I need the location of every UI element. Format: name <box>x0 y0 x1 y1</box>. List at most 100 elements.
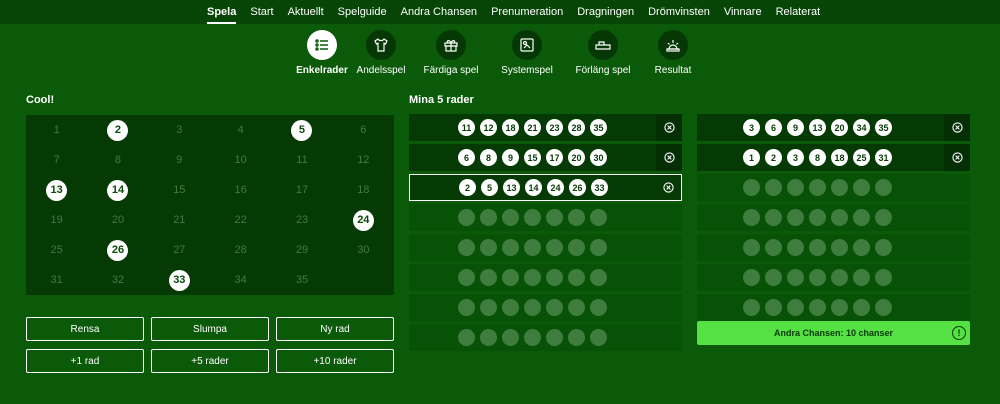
lottery-row[interactable] <box>697 234 970 261</box>
grid-number[interactable]: 3 <box>149 115 210 145</box>
remove-row-icon[interactable] <box>656 114 682 141</box>
grid-number[interactable]: 20 <box>87 205 148 235</box>
grid-number-label: 3 <box>176 124 183 136</box>
grid-number[interactable]: 32 <box>87 265 148 295</box>
add-5-rows-button[interactable]: +5 rader <box>151 349 269 373</box>
andra-chansen-bar[interactable]: Andra Chansen: 10 chanser ! <box>697 321 970 345</box>
empty-ball <box>853 209 870 226</box>
lottery-row[interactable]: 1 2 3 8 18 25 31 <box>697 144 970 171</box>
grid-number[interactable]: 21 <box>149 205 210 235</box>
grid-number[interactable]: 15 <box>149 175 210 205</box>
grid-number[interactable]: 11 <box>271 145 332 175</box>
grid-number[interactable]: 17 <box>271 175 332 205</box>
lottery-row[interactable] <box>697 264 970 291</box>
grid-number[interactable]: 2 <box>87 115 148 145</box>
nav-item-prenumeration[interactable]: Prenumeration <box>491 0 563 24</box>
nav-item-aktuellt[interactable]: Aktuellt <box>288 0 324 24</box>
nav-item-relaterat[interactable]: Relaterat <box>776 0 821 24</box>
grid-number[interactable]: 23 <box>271 205 332 235</box>
empty-ball <box>502 269 519 286</box>
lottery-row[interactable] <box>409 264 682 291</box>
nav-item-start[interactable]: Start <box>250 0 273 24</box>
row-number: 6 <box>458 149 475 166</box>
lottery-row[interactable] <box>409 234 682 261</box>
grid-number[interactable]: 5 <box>271 115 332 145</box>
game-tab-systemspel[interactable]: Systemspel <box>496 30 558 80</box>
game-tab-f-rdiga-spel[interactable]: Färdiga spel <box>414 30 488 80</box>
remove-row-icon[interactable] <box>655 175 681 200</box>
game-tab-resultat[interactable]: Resultat <box>648 30 698 80</box>
grid-number[interactable]: 19 <box>26 205 87 235</box>
grid-number[interactable]: 22 <box>210 205 271 235</box>
empty-ball <box>853 179 870 196</box>
lottery-row[interactable]: 3 6 9 13 20 34 35 <box>697 114 970 141</box>
empty-ball <box>787 209 804 226</box>
grid-number[interactable]: 4 <box>210 115 271 145</box>
nav-item-andra-chansen[interactable]: Andra Chansen <box>401 0 477 24</box>
lottery-row[interactable] <box>409 204 682 231</box>
new-row-button[interactable]: Ny rad <box>276 317 394 341</box>
remove-row-icon[interactable] <box>944 114 970 141</box>
grid-number[interactable]: 28 <box>210 235 271 265</box>
grid-number-label: 13 <box>46 179 68 201</box>
lottery-row[interactable] <box>697 204 970 231</box>
grid-number-label: 30 <box>357 244 370 256</box>
grid-number[interactable]: 30 <box>333 235 394 265</box>
grid-number[interactable]: 25 <box>26 235 87 265</box>
grid-number[interactable]: 10 <box>210 145 271 175</box>
empty-ball <box>458 269 475 286</box>
nav-item-dr-mvinsten[interactable]: Drömvinsten <box>648 0 710 24</box>
row-number: 21 <box>524 119 541 136</box>
add-1-row-button[interactable]: +1 rad <box>26 349 144 373</box>
lottery-row[interactable]: 6 8 9 15 17 20 30 <box>409 144 682 171</box>
grid-number[interactable]: 34 <box>210 265 271 295</box>
grid-number[interactable]: 14 <box>87 175 148 205</box>
grid-number[interactable]: 16 <box>210 175 271 205</box>
empty-ball <box>809 179 826 196</box>
grid-number[interactable]: 35 <box>271 265 332 295</box>
game-tab-andelsspel[interactable]: Andelsspel <box>356 30 406 80</box>
grid-number[interactable]: 24 <box>333 205 394 235</box>
empty-ball <box>765 239 782 256</box>
grid-number[interactable]: 31 <box>26 265 87 295</box>
remove-row-icon[interactable] <box>656 144 682 171</box>
lottery-row[interactable] <box>409 324 682 351</box>
nav-item-spelguide[interactable]: Spelguide <box>338 0 387 24</box>
empty-ball <box>480 239 497 256</box>
info-icon[interactable]: ! <box>952 326 966 340</box>
grid-number[interactable]: 18 <box>333 175 394 205</box>
grid-number-label: 12 <box>357 154 370 166</box>
lottery-row[interactable] <box>409 294 682 321</box>
grid-number[interactable]: 1 <box>26 115 87 145</box>
nav-item-dragningen[interactable]: Dragningen <box>577 0 634 24</box>
row-number: 6 <box>765 119 782 136</box>
grid-number[interactable]: 7 <box>26 145 87 175</box>
empty-ball <box>743 209 760 226</box>
nav-item-spela[interactable]: Spela <box>207 0 237 24</box>
grid-number[interactable]: 13 <box>26 175 87 205</box>
grid-number[interactable]: 12 <box>333 145 394 175</box>
grid-number[interactable]: 9 <box>149 145 210 175</box>
lottery-row[interactable]: 11 12 18 21 23 28 35 <box>409 114 682 141</box>
lottery-row[interactable]: 2 5 13 14 24 26 33 <box>409 174 682 201</box>
clear-button[interactable]: Rensa <box>26 317 144 341</box>
grid-number[interactable]: 26 <box>87 235 148 265</box>
empty-ball <box>831 239 848 256</box>
empty-ball <box>458 329 475 346</box>
remove-row-icon[interactable] <box>944 144 970 171</box>
grid-number-label: 32 <box>111 274 125 286</box>
nav-item-vinnare[interactable]: Vinnare <box>724 0 762 24</box>
row-number: 20 <box>831 119 848 136</box>
grid-number[interactable]: 33 <box>149 265 210 295</box>
add-10-rows-button[interactable]: +10 rader <box>276 349 394 373</box>
game-tab-enkelrader[interactable]: Enkelrader <box>296 30 348 80</box>
empty-ball <box>765 209 782 226</box>
grid-number[interactable]: 27 <box>149 235 210 265</box>
grid-number[interactable]: 29 <box>271 235 332 265</box>
grid-number[interactable]: 8 <box>87 145 148 175</box>
random-button[interactable]: Slumpa <box>151 317 269 341</box>
lottery-row[interactable] <box>697 174 970 201</box>
game-tab-f-rl-ng-spel[interactable]: Förläng spel <box>566 30 640 80</box>
grid-number[interactable]: 6 <box>333 115 394 145</box>
lottery-row[interactable] <box>697 294 970 321</box>
